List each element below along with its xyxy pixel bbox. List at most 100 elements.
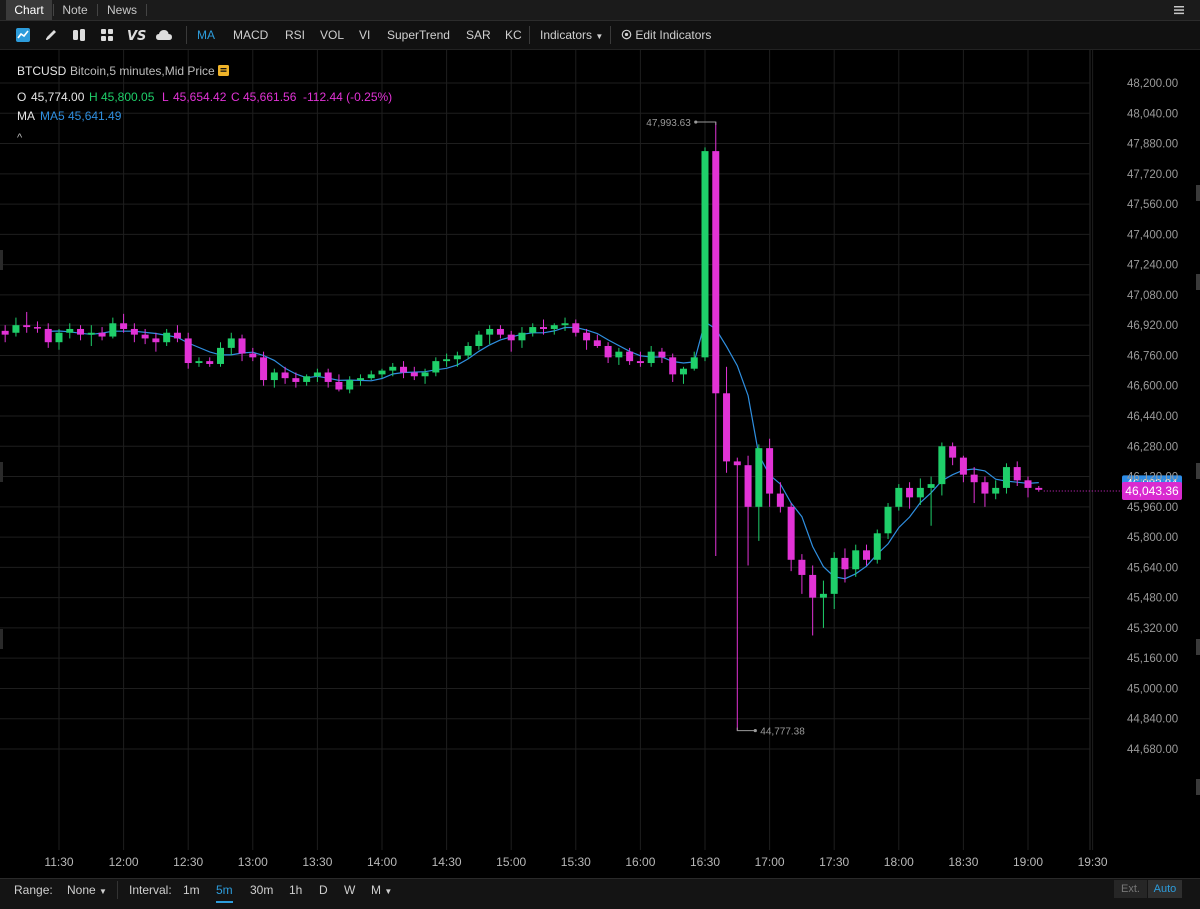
indicators-label: Indicators [540, 28, 593, 42]
candle-body [647, 351, 655, 364]
candle-body [981, 482, 989, 494]
current-price-label: 46,043.36 [1125, 484, 1179, 498]
candle-body [658, 351, 666, 358]
candle-body [217, 347, 224, 364]
tab-note[interactable]: Note [55, 0, 95, 20]
candle-body [238, 338, 246, 354]
study-vol-button[interactable]: VOL [320, 21, 344, 49]
study-ma-button[interactable]: MA [197, 21, 215, 49]
candle-body [260, 357, 268, 381]
study-vi-button[interactable]: VI [359, 21, 370, 49]
x-tick-label: 18:00 [884, 855, 914, 869]
interval-1m[interactable]: 1m [183, 879, 200, 901]
indicators-dropdown[interactable]: Indicators ▼ [540, 21, 603, 49]
study-kc-button[interactable]: KC [505, 21, 522, 49]
candle-body [852, 550, 860, 570]
menu-icon[interactable] [1172, 3, 1186, 17]
x-tick-label: 13:30 [302, 855, 332, 869]
candle-body [830, 557, 838, 594]
interval-30m[interactable]: 30m [250, 879, 273, 901]
scroll-handle [0, 250, 3, 270]
cloud-icon[interactable] [155, 27, 173, 43]
candle-body [798, 559, 806, 575]
candle-body [712, 151, 720, 394]
tab-chart[interactable]: Chart [6, 0, 52, 20]
candle-body [421, 372, 429, 377]
candle-body [292, 378, 300, 382]
candle-body [356, 378, 364, 381]
toolbar-divider [610, 26, 611, 44]
interval-m-dropdown[interactable]: M ▼ [371, 879, 392, 901]
study-sar-button[interactable]: SAR [466, 21, 491, 49]
candle-body [895, 487, 903, 507]
low-marker-dot [753, 728, 757, 733]
edit-indicators-label: Edit Indicators [635, 28, 712, 42]
candle-body [1, 330, 9, 335]
low-annotation-label: 44,777.38 [760, 727, 805, 738]
study-supertrend-button[interactable]: SuperTrend [387, 21, 450, 49]
candle-body [33, 327, 41, 329]
candle-body [1013, 467, 1021, 481]
y-tick-label: 46,760.00 [1127, 350, 1178, 362]
candle-body [152, 338, 160, 343]
price-chart[interactable]: 47,993.6344,777.3846,083.8446,043.36 48,… [0, 50, 1200, 878]
candle-body [529, 327, 537, 333]
ohlc-open-value: 45,774.00 [31, 90, 85, 104]
candle-body [626, 351, 634, 362]
candle-body [77, 328, 85, 335]
toolbar: VS MA MACD RSI VOL VI SuperTrend SAR KC … [0, 21, 1200, 50]
flexible-grid-icon[interactable] [71, 27, 87, 43]
candle-body [561, 323, 569, 326]
tab-news[interactable]: News [100, 0, 144, 20]
extended-hours-toggle[interactable]: Ext. [1114, 880, 1147, 898]
y-tick-label: 45,480.00 [1127, 593, 1178, 605]
candle-body [1002, 467, 1010, 488]
x-tick-label: 16:00 [625, 855, 655, 869]
candle-body [378, 370, 386, 375]
candle-body [206, 361, 214, 364]
range-dropdown[interactable]: None ▼ [67, 879, 107, 901]
y-tick-label: 45,640.00 [1127, 562, 1178, 574]
ma-legend-label: MA [17, 109, 35, 123]
y-tick-label: 46,120.00 [1127, 472, 1178, 484]
candle-body [841, 557, 849, 570]
interval-5m[interactable]: 5m [216, 879, 233, 903]
candle-body [184, 338, 192, 364]
candle-body [970, 474, 978, 483]
candle-body [120, 323, 128, 329]
candle-body [755, 448, 763, 507]
collapse-legend-button[interactable]: ^ [17, 132, 23, 144]
study-macd-button[interactable]: MACD [233, 21, 268, 49]
edit-indicators-button[interactable]: Edit Indicators [621, 21, 711, 49]
y-tick-label: 48,200.00 [1127, 78, 1178, 90]
ohlc-low-label: L [162, 90, 169, 104]
candle-body [572, 323, 580, 333]
candle-body [109, 323, 117, 337]
scroll-handle [0, 462, 3, 482]
drawing-pencil-icon[interactable] [43, 27, 59, 43]
candle-body [496, 328, 504, 335]
candle-body [475, 334, 483, 346]
low-marker-line [736, 727, 756, 732]
ohlc-close-label: C [231, 90, 240, 104]
interval-d[interactable]: D [319, 879, 328, 901]
y-tick-label: 47,560.00 [1127, 199, 1178, 211]
candle-body [669, 357, 677, 375]
x-tick-label: 12:30 [173, 855, 203, 869]
svg-text:VS: VS [127, 29, 146, 43]
candle-body [486, 328, 494, 335]
symbol-info-icon[interactable] [218, 65, 229, 76]
vs-compare-icon[interactable]: VS [126, 27, 146, 43]
interval-w[interactable]: W [344, 879, 355, 901]
candle-body [776, 493, 784, 507]
grid-layout-icon[interactable] [99, 27, 115, 43]
auto-scale-toggle[interactable]: Auto [1148, 880, 1182, 898]
chart-style-icon[interactable] [15, 27, 31, 43]
interval-1h[interactable]: 1h [289, 879, 302, 901]
candle-body [819, 593, 827, 598]
study-rsi-button[interactable]: RSI [285, 21, 305, 49]
x-tick-label: 15:00 [496, 855, 526, 869]
candle-body [992, 487, 1000, 494]
candle-body [453, 355, 461, 360]
high-annotation-label: 47,993.63 [646, 118, 691, 129]
